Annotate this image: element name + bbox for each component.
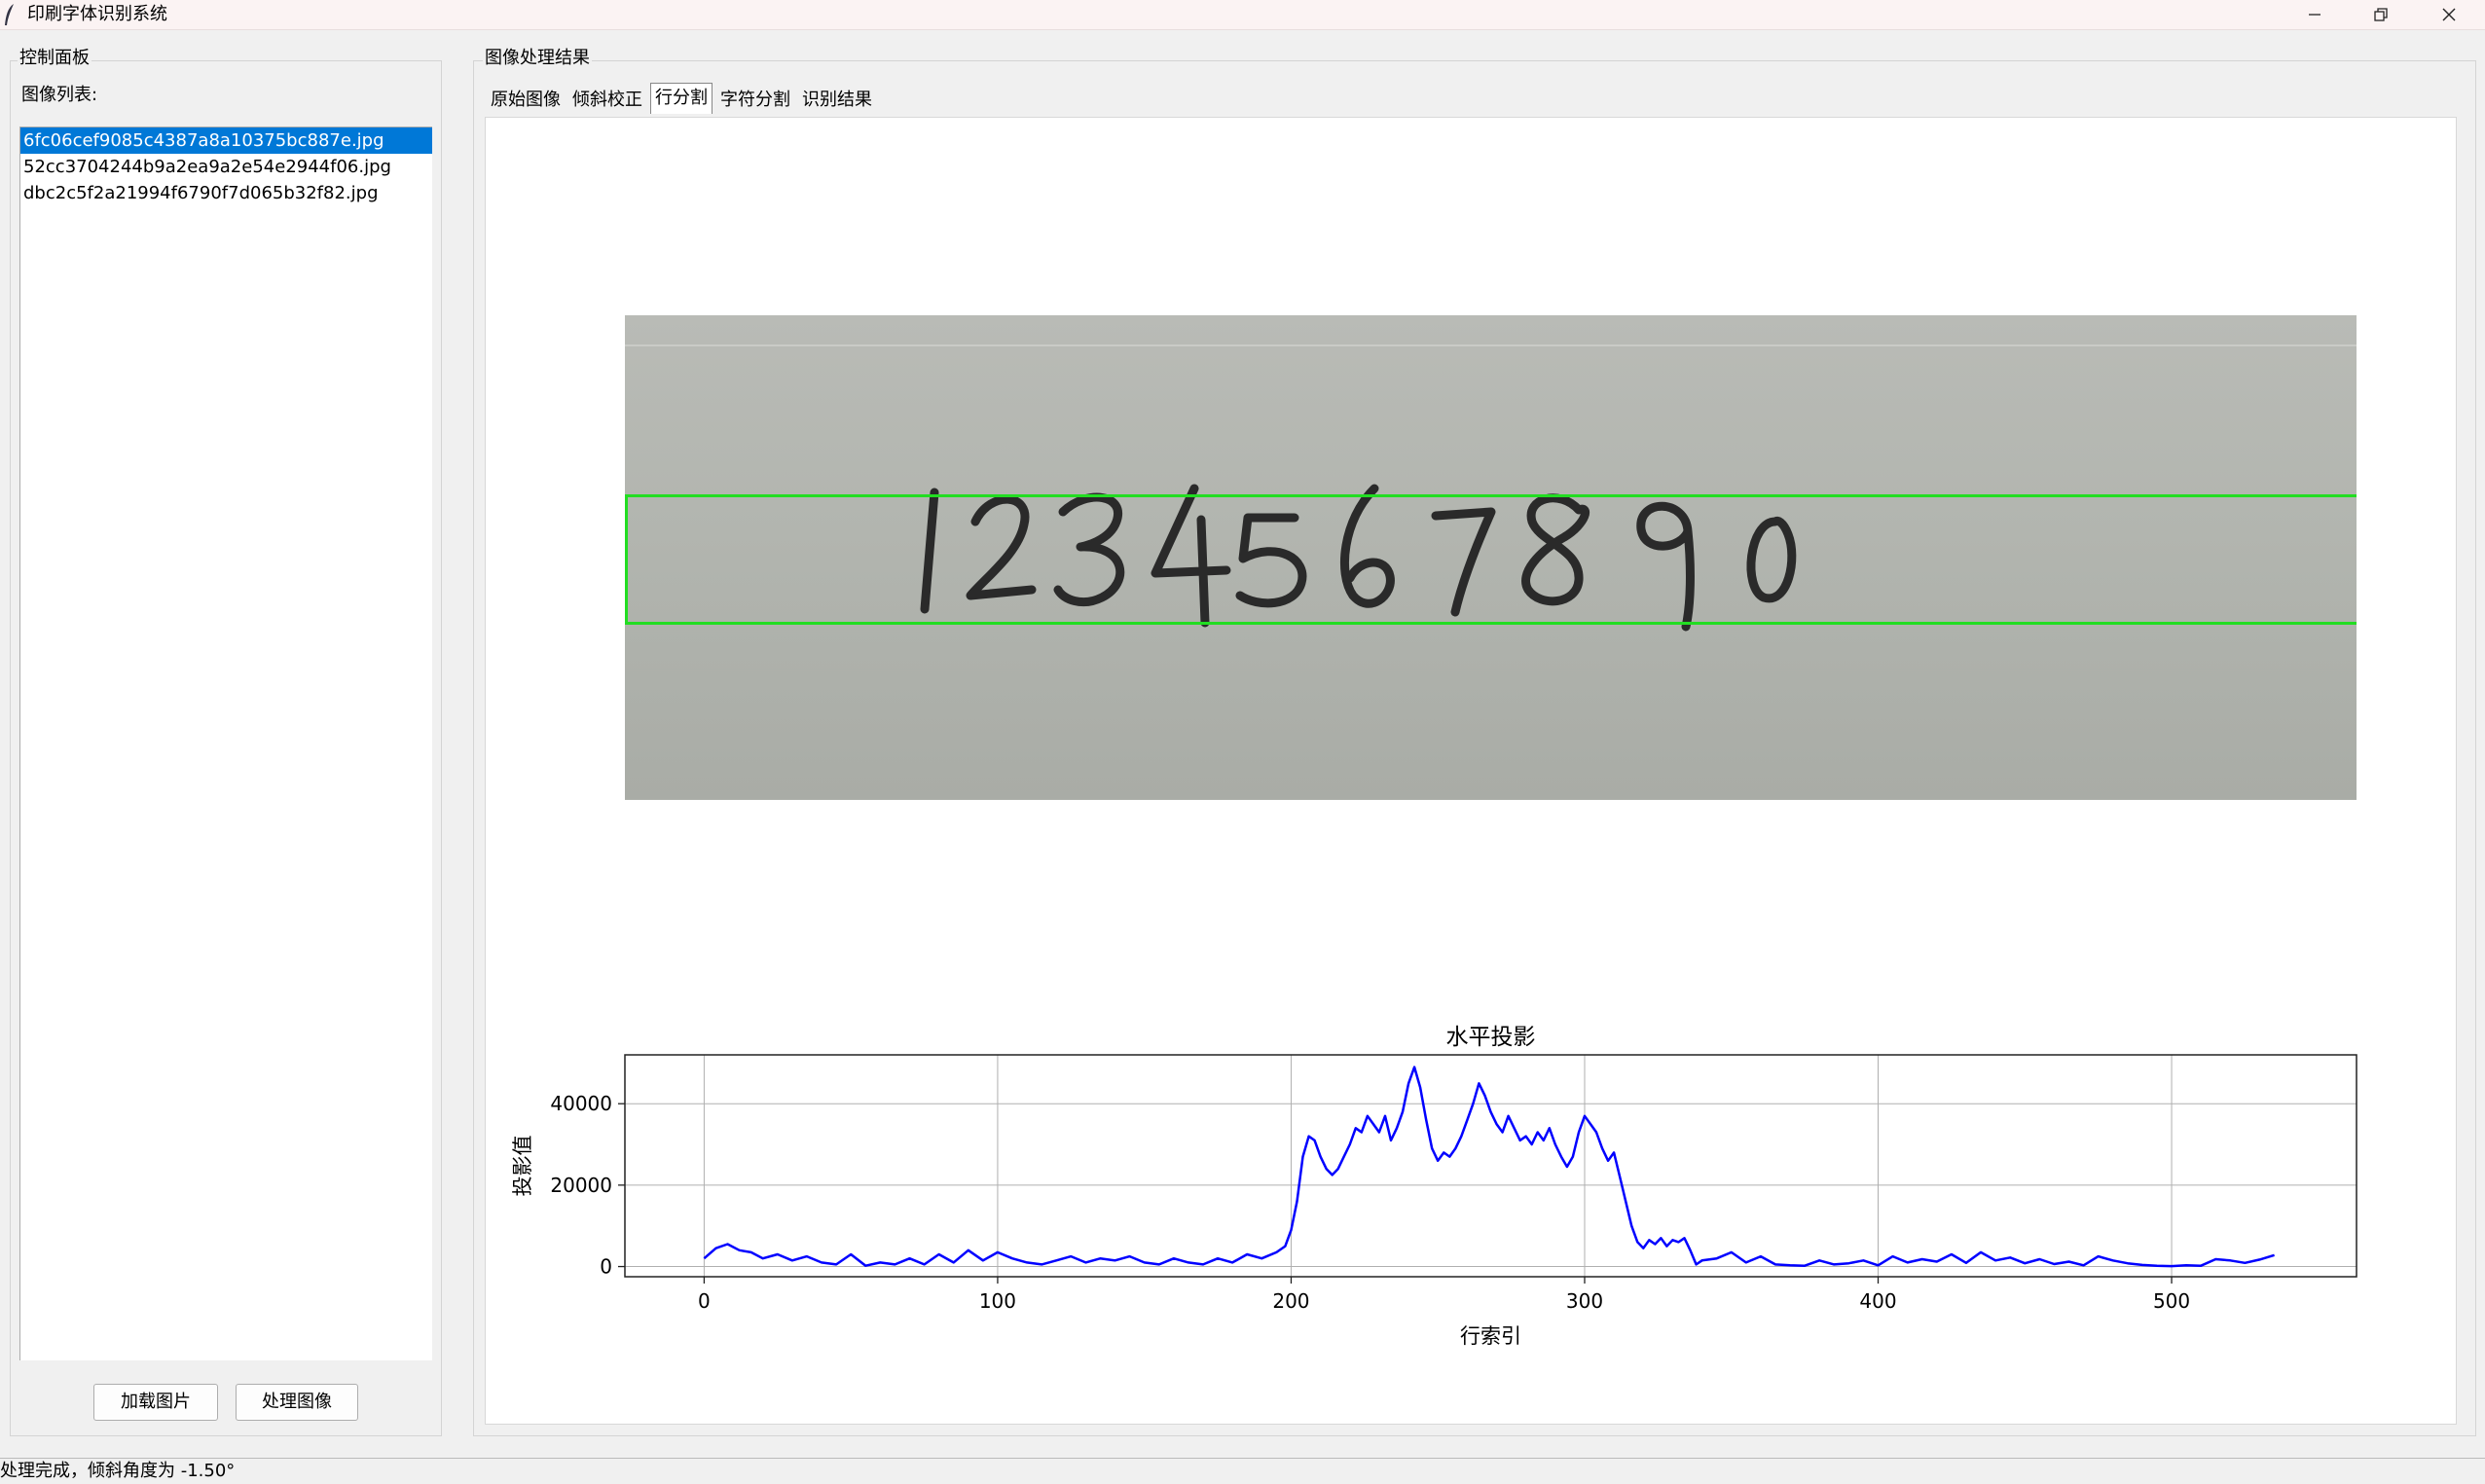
- tab-skew-correction[interactable]: 倾斜校正: [568, 86, 646, 115]
- projection-series-line: [703, 1066, 2275, 1268]
- process-image-button[interactable]: 处理图像: [236, 1384, 358, 1421]
- control-panel-title: 控制面板: [18, 47, 91, 70]
- tab-original-image[interactable]: 原始图像: [487, 86, 565, 115]
- title-bar: 印刷字体识别系统: [0, 0, 2485, 30]
- paper-crease: [625, 344, 2357, 346]
- close-button[interactable]: [2416, 0, 2482, 29]
- tab-line-segmentation[interactable]: 行分割: [650, 83, 713, 114]
- chart-title: 水平投影: [1446, 1025, 1536, 1050]
- image-listbox[interactable]: 6fc06cef9085c4387a8a10375bc887e.jpg 52cc…: [19, 127, 432, 1360]
- image-list-label: 图像列表:: [21, 85, 98, 105]
- horizontal-projection-chart: 水平投影 0 100 200 300 400 500 0 20000 40000 行索引 投影值: [511, 1025, 2357, 1348]
- y-tick-label: 20000: [550, 1174, 612, 1197]
- status-bar: 处理完成，倾斜角度为 -1.50°: [0, 1458, 2485, 1484]
- window-title: 印刷字体识别系统: [27, 4, 167, 24]
- restore-icon: [2374, 8, 2388, 21]
- y-tick-label: 0: [600, 1255, 612, 1279]
- line-segmentation-image: [625, 315, 2357, 800]
- x-tick-label: 200: [1272, 1289, 1309, 1313]
- y-tick-label: 40000: [550, 1092, 612, 1115]
- image-list-item[interactable]: 52cc3704244b9a2ea9a2e54e2944f06.jpg: [20, 154, 432, 180]
- load-image-button[interactable]: 加载图片: [93, 1384, 218, 1421]
- x-axis-label: 行索引: [1460, 1324, 1521, 1348]
- line-segment-box: [625, 494, 2357, 625]
- minimize-icon: [2309, 14, 2321, 16]
- tab-char-segmentation[interactable]: 字符分割: [716, 86, 794, 115]
- x-tick-label: 400: [1859, 1289, 1896, 1313]
- x-tick-label: 100: [979, 1289, 1016, 1313]
- y-axis-label: 投影值: [511, 1136, 534, 1197]
- image-list-item[interactable]: dbc2c5f2a21994f6790f7d065b32f82.jpg: [20, 180, 432, 206]
- close-icon: [2442, 8, 2456, 21]
- tab-recognition-result[interactable]: 识别结果: [798, 86, 876, 115]
- plot-axes-frame: [624, 1054, 2357, 1278]
- feather-app-icon: [5, 4, 14, 25]
- x-tick-label: 0: [698, 1289, 711, 1313]
- restore-button[interactable]: [2348, 0, 2414, 29]
- results-panel-title: 图像处理结果: [483, 47, 592, 70]
- minimize-button[interactable]: [2282, 0, 2348, 29]
- x-tick-label: 500: [2153, 1289, 2190, 1313]
- status-text: 处理完成，倾斜角度为 -1.50°: [0, 1461, 236, 1481]
- x-tick-label: 300: [1566, 1289, 1603, 1313]
- image-list-item[interactable]: 6fc06cef9085c4387a8a10375bc887e.jpg: [20, 127, 432, 154]
